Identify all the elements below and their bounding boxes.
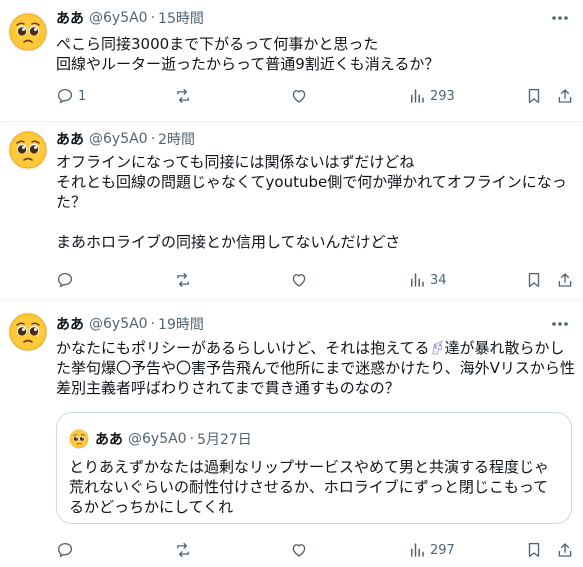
bookmark-button[interactable]	[525, 270, 543, 290]
tweet-text: かなたにもポリシーがあるらしいけど、それは抱えてる 達が暴れ散らかした挙句爆〇予告…	[56, 338, 576, 398]
action-bar: 34	[0, 270, 583, 290]
quote-display-name: ああ	[95, 432, 123, 448]
reply-icon	[57, 272, 73, 288]
tweet-1[interactable]: ああ @6y5A0 · 15時間 ぺこら同接3000まで下がるって何事かと思った…	[0, 0, 583, 121]
reply-button[interactable]: 1	[56, 86, 86, 106]
action-bar: 297	[0, 540, 583, 560]
quoted-tweet[interactable]: ああ @6y5A0 · 5月27日 とりあえずかなたは過剰なリップサービスやめて…	[56, 412, 572, 524]
quote-text: とりあえずかなたは過剰なリップサービスやめて男と共演する程度じゃ荒れないぐらいの…	[69, 458, 550, 516]
bookmark-button[interactable]	[525, 540, 543, 560]
like-button[interactable]	[290, 540, 312, 560]
separator-dot: ·	[150, 10, 156, 26]
bookmark-icon	[528, 542, 540, 558]
views-button[interactable]: 34	[408, 270, 447, 290]
tweet-header: ああ @6y5A0 · 19時間	[56, 314, 204, 334]
timestamp[interactable]: 19時間	[158, 314, 204, 334]
tweet-header: ああ @6y5A0 · 2時間	[56, 129, 195, 149]
separator-dot: ·	[189, 431, 195, 447]
bookmark-icon	[528, 88, 540, 104]
quote-user-handle: @6y5A0	[128, 431, 187, 447]
share-icon	[558, 543, 572, 557]
reply-button[interactable]	[56, 270, 78, 290]
views-icon	[411, 543, 424, 557]
user-handle[interactable]: @6y5A0	[89, 10, 148, 26]
like-button[interactable]	[290, 86, 312, 106]
tweet-2[interactable]: ああ @6y5A0 · 2時間 オフラインになっても同接には関係ないはずだけどね…	[0, 122, 583, 298]
more-button[interactable]	[549, 314, 571, 334]
share-button[interactable]	[556, 540, 574, 560]
repost-button[interactable]	[174, 270, 196, 290]
avatar[interactable]	[8, 312, 48, 352]
views-icon	[411, 273, 424, 287]
timestamp[interactable]: 2時間	[158, 129, 195, 149]
more-icon	[552, 16, 568, 20]
like-icon	[292, 544, 306, 557]
avatar[interactable]	[8, 130, 48, 170]
pleading-face-emoji	[69, 429, 89, 449]
bookmark-button[interactable]	[525, 86, 543, 106]
views-button[interactable]: 293	[408, 86, 455, 106]
like-icon	[292, 90, 306, 103]
timestamp[interactable]: 15時間	[158, 8, 204, 28]
pleading-face-emoji	[8, 130, 48, 170]
repost-button[interactable]	[174, 86, 196, 106]
repost-icon	[177, 272, 189, 288]
tweet-text: ぺこら同接3000まで下がるって何事かと思った 回線やルーター逝ったからって普通…	[56, 35, 440, 73]
share-button[interactable]	[556, 86, 574, 106]
more-icon	[552, 322, 568, 326]
separator-dot: ·	[150, 316, 156, 332]
tweet-text-part-1: かなたにもポリシーがあるらしいけど、それは抱えてる	[56, 339, 430, 357]
tweet-text: オフラインになっても同接には関係ないはずだけどね それとも回線の問題じゃなくてy…	[56, 153, 567, 251]
views-button[interactable]: 297	[408, 540, 455, 560]
like-icon	[292, 274, 306, 287]
display-name[interactable]: ああ	[56, 314, 84, 334]
unicorn-emoji	[431, 340, 443, 355]
views-count: 293	[430, 88, 455, 104]
reply-count: 1	[78, 88, 87, 104]
views-count: 297	[430, 542, 455, 558]
separator-dot: ·	[150, 131, 156, 147]
display-name[interactable]: ああ	[56, 8, 84, 28]
share-button[interactable]	[556, 270, 574, 290]
avatar[interactable]	[8, 12, 48, 52]
more-button[interactable]	[549, 8, 571, 28]
repost-button[interactable]	[174, 540, 196, 560]
quote-date: 5月27日	[197, 432, 252, 448]
reply-button[interactable]	[56, 540, 78, 560]
pleading-face-emoji	[8, 12, 48, 52]
quote-header: ああ @6y5A0 · 5月27日	[95, 429, 252, 449]
bookmark-icon	[528, 272, 540, 288]
user-handle[interactable]: @6y5A0	[89, 131, 148, 147]
display-name[interactable]: ああ	[56, 129, 84, 149]
views-icon	[411, 89, 424, 103]
user-handle[interactable]: @6y5A0	[89, 316, 148, 332]
repost-icon	[177, 542, 189, 558]
share-icon	[558, 89, 572, 103]
quote-avatar	[69, 429, 89, 449]
views-count: 34	[430, 272, 447, 288]
tweet-header: ああ @6y5A0 · 15時間	[56, 8, 204, 28]
pleading-face-emoji	[8, 312, 48, 352]
tweet-3[interactable]: ああ @6y5A0 · 19時間 かなたにもポリシーがあるらしいけど、それは抱え…	[0, 300, 583, 567]
reply-icon	[57, 88, 73, 104]
share-icon	[558, 273, 572, 287]
reply-icon	[57, 542, 73, 558]
action-bar: 1 293	[0, 86, 583, 106]
like-button[interactable]	[290, 270, 312, 290]
repost-icon	[177, 88, 189, 104]
